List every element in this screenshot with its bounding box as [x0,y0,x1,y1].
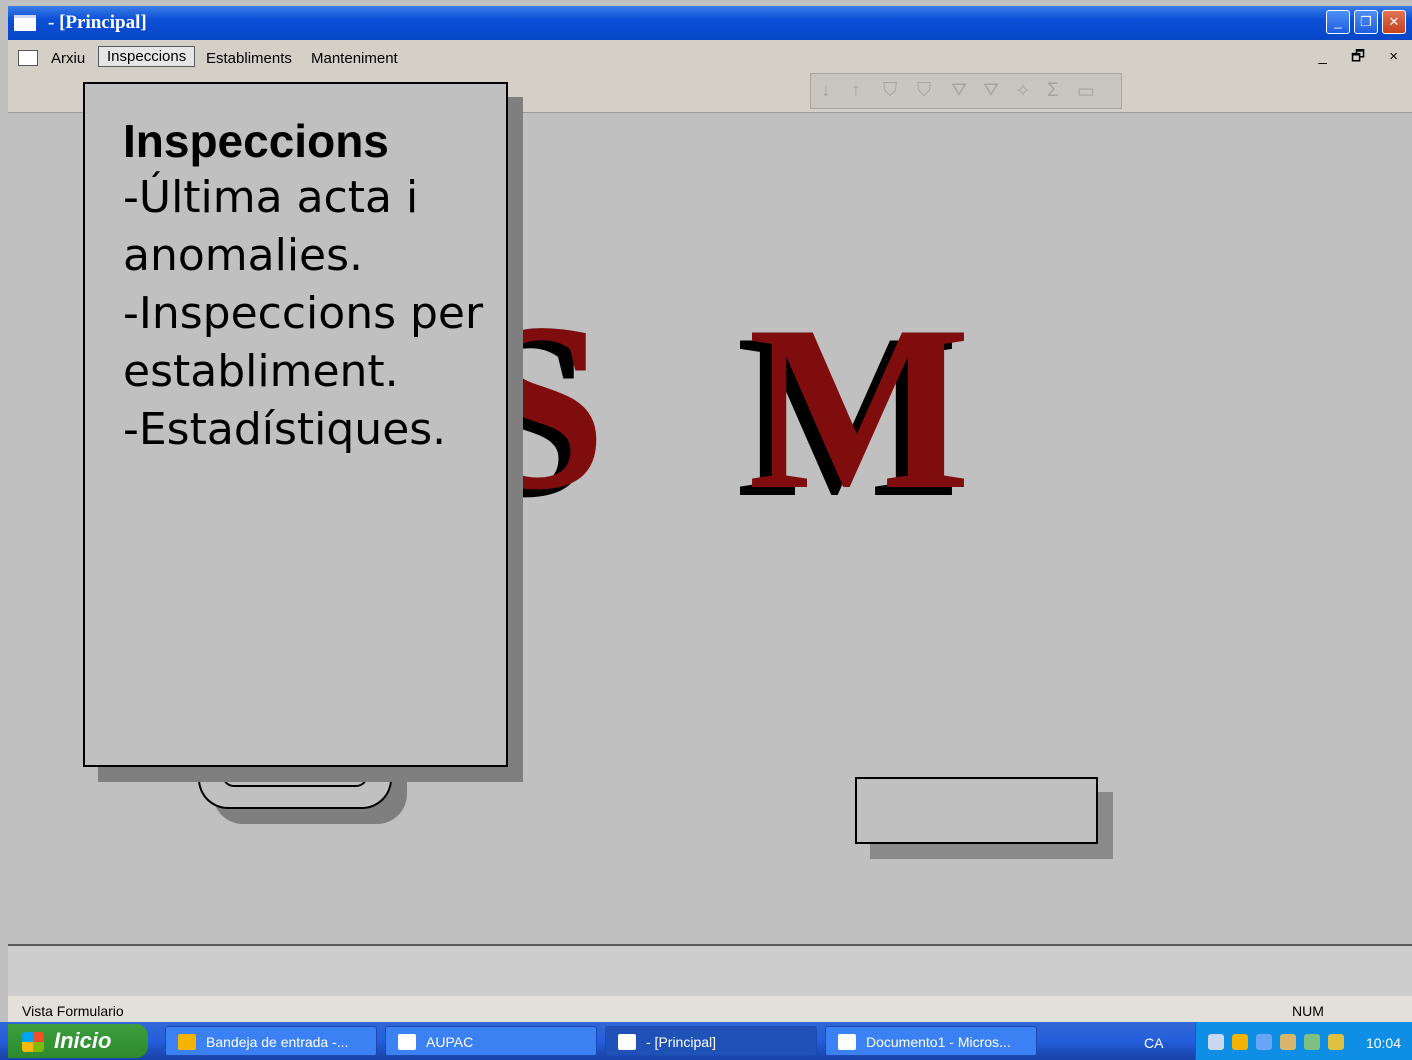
start-label: Inicio [54,1028,112,1053]
windows-logo-icon [22,1032,44,1052]
menu-inspeccions[interactable]: Inspeccions [98,46,196,67]
clock[interactable]: 10:04 [1366,1035,1401,1051]
form-window-icon [618,1034,636,1050]
taskbar-item-principal[interactable]: - [Principal] [605,1026,817,1056]
access-app-icon [398,1034,416,1050]
minimize-button[interactable]: _ [1326,10,1350,34]
callout-line: -Última acta i [123,172,419,223]
window-title: - [Principal] [48,12,147,33]
new-record-icon[interactable]: Σ [1047,80,1059,102]
small-callout-tail [950,844,1000,856]
apply-filter-icon[interactable]: ⛛ [951,80,967,102]
taskbar: Inicio Bandeja de entrada -... AUPAC - [… [0,1022,1412,1060]
callout-line: -Inspeccions per [123,288,484,339]
taskbar-item-word[interactable]: Documento1 - Micros... [825,1026,1037,1056]
callout-line: -Estadístiques. [123,404,447,455]
taskbar-item-label: AUPAC [426,1034,474,1050]
taskbar-item-label: Bandeja de entrada -... [206,1034,349,1050]
title-bar[interactable]: - [Principal] _ ❐ ✕ [8,6,1412,40]
menu-manteniment[interactable]: Manteniment [311,50,398,67]
update-icon[interactable] [1280,1034,1296,1050]
form-icon[interactable] [18,50,38,66]
callout-line: establiment. [123,346,399,397]
sort-ascending-icon[interactable]: ↓ [821,80,831,102]
callout-tail-inner [222,767,368,787]
delete-record-icon[interactable]: ▭ [1077,80,1095,103]
sort-descending-icon[interactable]: ↑ [851,80,861,102]
outlook-tray-icon[interactable] [1232,1034,1248,1050]
mdi-window-controls[interactable]: _ 🗗 × [1318,46,1408,71]
status-bar: Vista Formulario NUM [8,996,1412,1022]
start-button[interactable]: Inicio [8,1024,148,1058]
taskbar-item-inbox[interactable]: Bandeja de entrada -... [165,1026,377,1056]
filter-by-selection-icon[interactable]: ⛉ [883,80,897,102]
security-icon[interactable] [1304,1034,1320,1050]
language-indicator[interactable]: CA [1144,1035,1163,1051]
taskbar-item-label: Documento1 - Micros... [866,1034,1011,1050]
num-lock-indicator: NUM [1292,1003,1324,1019]
system-tray: 10:04 [1195,1022,1412,1060]
restore-button[interactable]: ❐ [1354,10,1378,34]
taskbar-item-label: - [Principal] [646,1034,717,1050]
remove-filter-icon[interactable]: ⛛ [983,80,999,102]
close-button[interactable]: ✕ [1382,10,1406,34]
inspeccions-callout: Inspeccions -Última acta i anomalies. -I… [83,82,508,767]
network-icon[interactable] [1208,1034,1224,1050]
taskbar-item-aupac[interactable]: AUPAC [385,1026,597,1056]
status-text: Vista Formulario [22,1003,124,1019]
app-icon [14,15,36,31]
callout-title: Inspeccions [123,115,389,167]
outlook-icon [178,1034,196,1050]
callout-line: anomalies. [123,230,364,281]
filter-toolbar: ↓ ↑ ⛉ ⛉ ⛛ ⛛ ✧ Σ ▭ [810,73,1122,109]
empty-callout-box [855,777,1098,844]
form-footer [8,944,1412,998]
shield-icon[interactable] [1328,1034,1344,1050]
menu-establiments[interactable]: Establiments [206,50,292,67]
word-document-icon [838,1034,856,1050]
find-icon[interactable]: ✧ [1015,80,1031,103]
bluetooth-icon[interactable] [1256,1034,1272,1050]
filter-by-form-icon[interactable]: ⛉ [917,80,931,102]
logo-letter-m: M [748,278,971,539]
menu-arxiu[interactable]: Arxiu [51,50,85,67]
